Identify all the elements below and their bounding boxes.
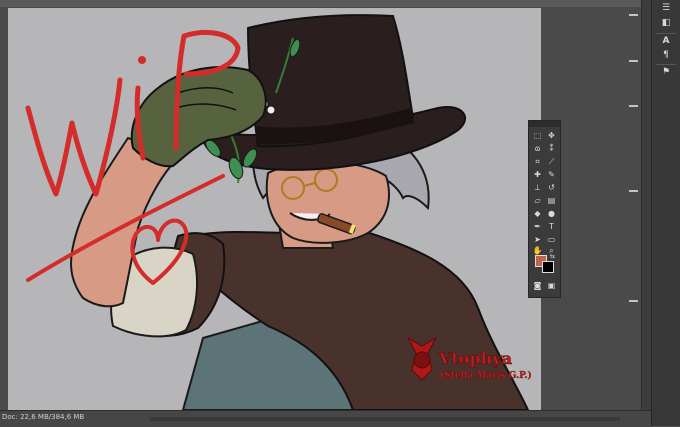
tools-panel-grip[interactable] [529,121,560,127]
workspace-top-rule [0,0,651,7]
status-bar: Doc: 22,6 MB/384,6 MB [0,410,651,427]
properties-icon[interactable]: ◧ [659,18,673,29]
healing-brush-tool-icon[interactable]: ✚ [531,169,544,181]
watermark-subtitle: (Stella Maris G.P.) [440,370,532,381]
eyedropper-tool-icon[interactable]: ⟋ [545,156,558,168]
document-canvas[interactable]: Vtophya (Stella Maris G.P.) [8,8,541,410]
character-icon[interactable]: A [659,36,673,47]
horizontal-scrollbar[interactable] [150,417,620,421]
paragraph-icon[interactable]: ¶ [659,50,673,61]
ruler-mark [629,190,638,192]
face [265,161,390,244]
blur-tool-icon[interactable]: ◆ [531,208,544,220]
right-panel-dock: ☰ ◧ A ¶ ⚑ [651,0,680,426]
pen-tool-icon[interactable]: ✒ [531,221,544,233]
history-icon[interactable]: ☰ [659,3,673,14]
screen-mode-icon[interactable]: ▣ [545,281,558,291]
tools-panel[interactable]: ⬚ ✥ ɷ ⁑ ⌗ ⟋ ✚ ✎ ⊥ ↺ ▱ ▤ ◆ ● ✒ T ➤ ▭ ✋ ⌕ … [528,120,561,298]
gradient-tool-icon[interactable]: ▤ [545,195,558,207]
dodge-tool-icon[interactable]: ● [545,208,558,220]
history-brush-tool-icon[interactable]: ↺ [545,182,558,194]
ruler-mark [629,300,638,302]
crop-tool-icon[interactable]: ⌗ [531,156,544,168]
document-size-info[interactable]: Doc: 22,6 MB/384,6 MB [2,413,84,421]
ruler-mark [629,14,638,16]
magic-wand-tool-icon[interactable]: ⁑ [545,143,558,155]
artwork: Vtophya (Stella Maris G.P.) [8,8,541,410]
marquee-tool-icon[interactable]: ⬚ [531,130,544,142]
lasso-tool-icon[interactable]: ɷ [531,143,544,155]
quick-mask-icon[interactable]: ◙ [531,281,544,291]
ruler-mark [629,60,638,62]
eraser-tool-icon[interactable]: ▱ [531,195,544,207]
background-color-swatch[interactable] [542,261,554,273]
brush-tool-icon[interactable]: ✎ [545,169,558,181]
move-tool-icon[interactable]: ✥ [545,130,558,142]
ruler-mark [629,105,638,107]
glyphs-icon[interactable]: ⚑ [659,67,673,78]
clone-stamp-tool-icon[interactable]: ⊥ [531,182,544,194]
watermark-name: Vtophya [438,349,512,368]
document-workspace: Vtophya (Stella Maris G.P.) ⬚ ✥ ɷ ⁑ ⌗ ⟋ … [0,0,651,410]
type-tool-icon[interactable]: T [545,221,558,233]
swap-colors-icon[interactable]: ⇆ [546,252,559,262]
